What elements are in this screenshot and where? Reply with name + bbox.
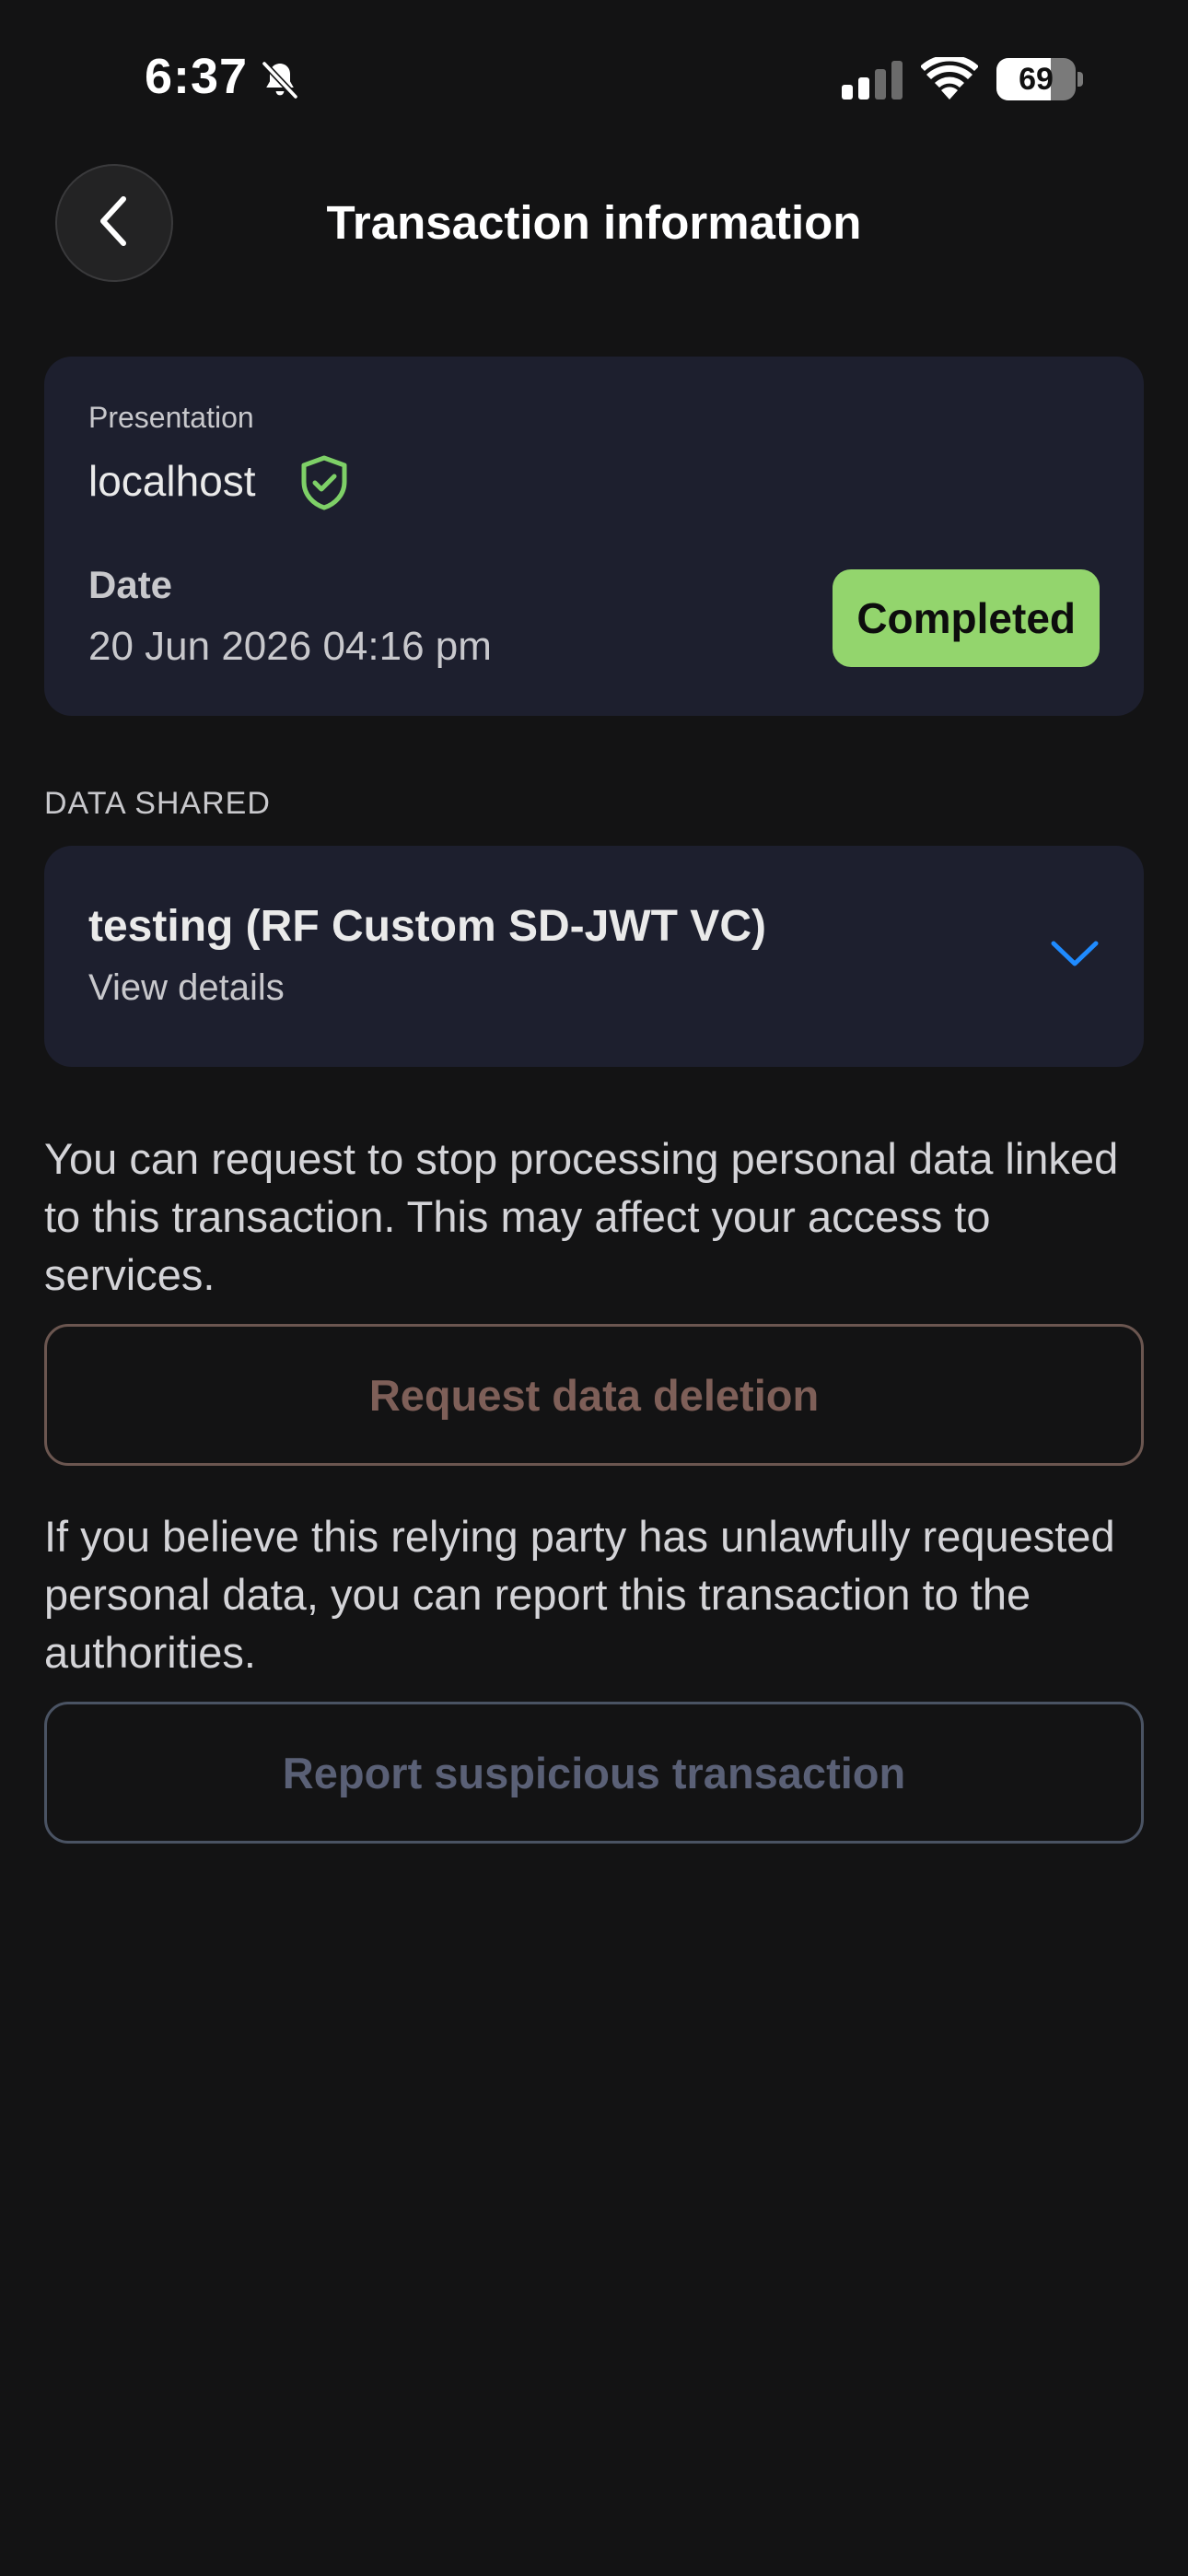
status-bar: 6:37 69 bbox=[0, 0, 1188, 161]
data-shared-section-label: DATA SHARED bbox=[44, 786, 271, 821]
battery-icon: 69 bbox=[996, 58, 1083, 100]
date-value: 20 Jun 2026 04:16 pm bbox=[88, 624, 492, 669]
shield-check-icon bbox=[298, 454, 350, 516]
status-badge: Completed bbox=[833, 569, 1100, 667]
report-suspicious-transaction-button[interactable]: Report suspicious transaction bbox=[44, 1702, 1144, 1844]
status-time: 6:37 bbox=[145, 49, 249, 104]
page-title: Transaction information bbox=[326, 196, 862, 249]
wifi-icon bbox=[920, 54, 979, 104]
credential-name: testing (RF Custom SD-JWT VC) bbox=[88, 902, 766, 951]
transaction-type-label: Presentation bbox=[88, 401, 254, 434]
transaction-summary-card: Presentation localhost Date 20 Jun 2026 … bbox=[44, 357, 1144, 716]
shared-credential-card[interactable]: testing (RF Custom SD-JWT VC) View detai… bbox=[44, 846, 1144, 1067]
data-deletion-info: You can request to stop processing perso… bbox=[44, 1134, 1119, 1299]
chevron-down-icon[interactable] bbox=[1050, 938, 1100, 974]
report-info: If you believe this relying party has un… bbox=[44, 1512, 1115, 1677]
cellular-signal-icon bbox=[842, 61, 904, 104]
view-details-link[interactable]: View details bbox=[88, 967, 285, 1009]
battery-level: 69 bbox=[1019, 62, 1054, 97]
bell-slash-icon bbox=[258, 58, 302, 107]
date-label: Date bbox=[88, 563, 173, 606]
request-data-deletion-button[interactable]: Request data deletion bbox=[44, 1324, 1144, 1466]
relying-party-name: localhost bbox=[88, 457, 256, 505]
